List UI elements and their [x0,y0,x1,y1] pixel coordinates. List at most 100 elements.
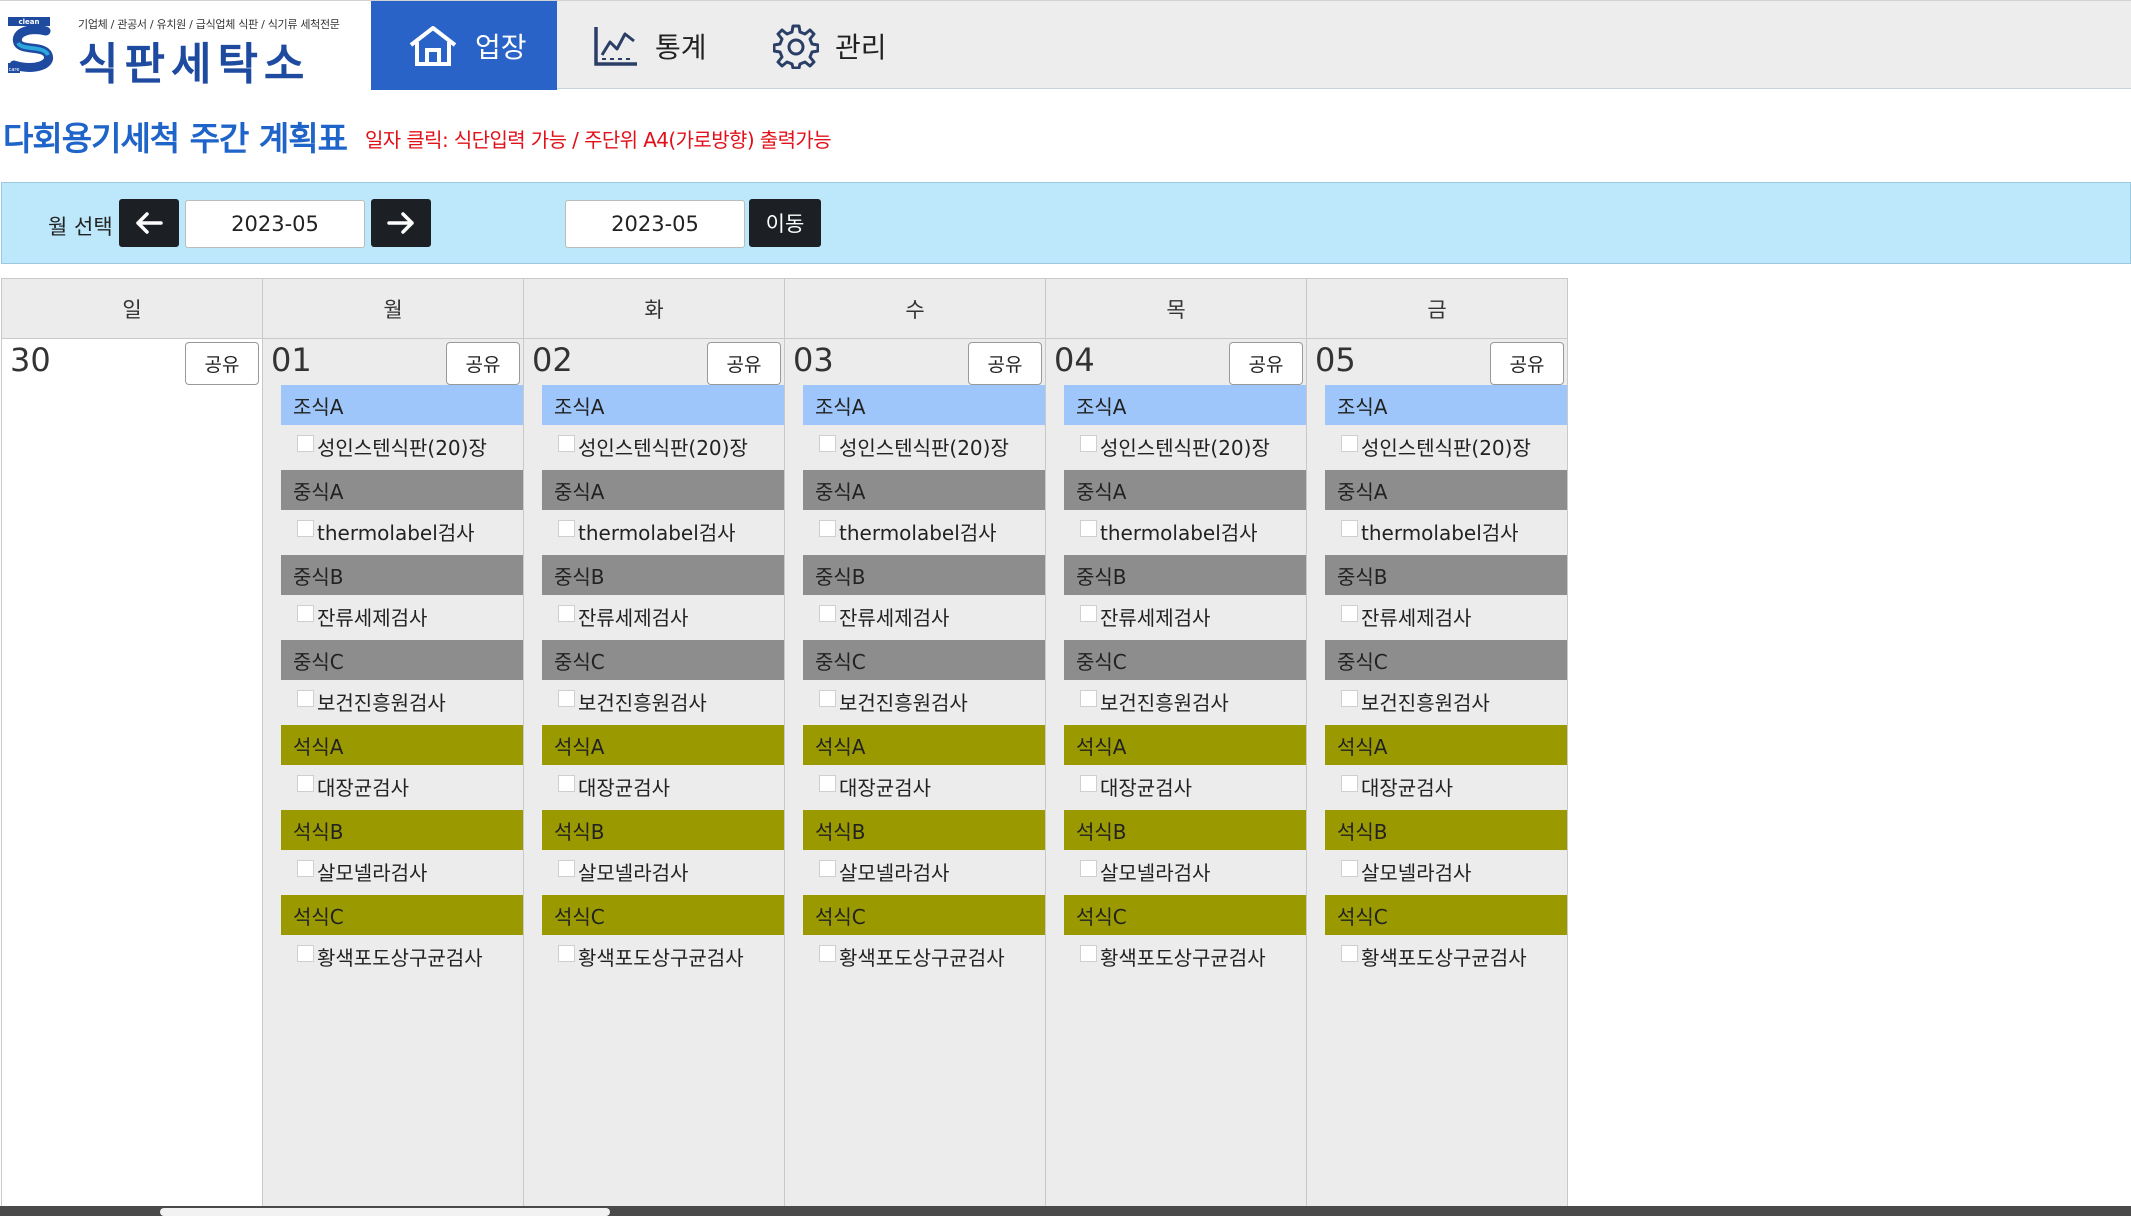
item-checkbox[interactable] [297,690,314,707]
item-checkbox[interactable] [558,945,575,962]
meal-header[interactable]: 중식A₩1 [1325,470,1567,510]
item-checkbox[interactable] [1080,520,1097,537]
day-number[interactable]: 02 [532,341,573,379]
item-checkbox[interactable] [819,860,836,877]
meal-header[interactable]: 중식B₩1 [542,555,784,595]
item-checkbox[interactable] [1341,520,1358,537]
item-checkbox[interactable] [297,945,314,962]
meal-header[interactable]: 석식C₩1 [1064,895,1306,935]
meal-header[interactable]: 중식C₩1 [281,640,523,680]
day-cell[interactable]: 01공유조식A₩1성인스텐식판(20)장₩1중식A₩1thermolabel검사… [262,339,524,1216]
meal-header[interactable]: 조식A₩1 [1325,385,1567,425]
item-checkbox[interactable] [558,435,575,452]
share-button[interactable]: 공유 [968,342,1042,385]
meal-header[interactable]: 중식A₩1 [542,470,784,510]
next-month-button[interactable] [371,199,431,247]
item-checkbox[interactable] [297,435,314,452]
meal-header[interactable]: 중식A₩1 [281,470,523,510]
item-checkbox[interactable] [558,860,575,877]
item-checkbox[interactable] [558,690,575,707]
meal-header[interactable]: 석식C₩1 [1325,895,1567,935]
item-checkbox[interactable] [1080,690,1097,707]
item-checkbox[interactable] [819,775,836,792]
horizontal-scrollbar[interactable] [0,1206,2131,1216]
day-cell[interactable]: 04공유조식A₩1성인스텐식판(20)장₩1중식A₩1thermolabel검사… [1045,339,1307,1216]
day-cell[interactable]: 03공유조식A₩1성인스텐식판(20)장₩1중식A₩1thermolabel검사… [784,339,1046,1216]
meal-header[interactable]: 중식C₩1 [542,640,784,680]
meal-header[interactable]: 중식B₩1 [1064,555,1306,595]
meal-header[interactable]: 석식B₩1 [281,810,523,850]
meal-header[interactable]: 중식B₩1 [281,555,523,595]
tab-business[interactable]: 업장 [371,1,557,90]
logo[interactable]: clean care 기업체 / 관공서 / 유치원 / 급식업체 식판 / 식… [0,1,371,90]
day-number[interactable]: 03 [793,341,834,379]
item-checkbox[interactable] [1341,605,1358,622]
item-checkbox[interactable] [1341,945,1358,962]
day-number[interactable]: 05 [1315,341,1356,379]
item-checkbox[interactable] [1080,860,1097,877]
meal-header[interactable]: 조식A₩1 [1064,385,1306,425]
prev-month-button[interactable] [119,199,179,247]
meal-header[interactable]: 중식C₩1 [1064,640,1306,680]
item-checkbox[interactable] [1341,435,1358,452]
jump-month-input[interactable] [565,200,745,248]
meal-header[interactable]: 조식A₩1 [542,385,784,425]
meal-header[interactable]: 석식B₩1 [1064,810,1306,850]
meal-header[interactable]: 석식C₩1 [281,895,523,935]
day-cell[interactable]: 02공유조식A₩1성인스텐식판(20)장₩1중식A₩1thermolabel검사… [523,339,785,1216]
day-number[interactable]: 04 [1054,341,1095,379]
weekday-header: 목 [1045,278,1307,339]
day-number[interactable]: 01 [271,341,312,379]
item-checkbox[interactable] [1080,605,1097,622]
meal-header[interactable]: 석식B₩1 [1325,810,1567,850]
meal-header[interactable]: 석식A₩1 [281,725,523,765]
item-checkbox[interactable] [819,605,836,622]
meal-header[interactable]: 조식A₩1 [803,385,1045,425]
meal-header[interactable]: 석식A₩1 [1325,725,1567,765]
meal-header[interactable]: 중식C₩1 [803,640,1045,680]
day-cell[interactable]: 05공유조식A₩1성인스텐식판(20)장₩1중식A₩1thermolabel검사… [1306,339,1568,1216]
month-input[interactable] [185,200,365,248]
item-checkbox[interactable] [297,520,314,537]
day-cell[interactable]: 30 공유 [1,339,263,1216]
share-button[interactable]: 공유 [185,342,259,385]
item-checkbox[interactable] [819,520,836,537]
share-button[interactable]: 공유 [446,342,520,385]
meal-header[interactable]: 중식A₩1 [803,470,1045,510]
meal-header[interactable]: 석식A₩1 [542,725,784,765]
share-button[interactable]: 공유 [1229,342,1303,385]
meal-header[interactable]: 석식C₩1 [542,895,784,935]
item-checkbox[interactable] [1080,775,1097,792]
item-checkbox[interactable] [1341,860,1358,877]
meal-header[interactable]: 중식B₩1 [1325,555,1567,595]
item-checkbox[interactable] [558,520,575,537]
meal-header[interactable]: 석식A₩1 [1064,725,1306,765]
item-checkbox[interactable] [558,775,575,792]
meal-header[interactable]: 석식B₩1 [542,810,784,850]
item-checkbox[interactable] [558,605,575,622]
day-number[interactable]: 30 [10,341,51,379]
meal-header[interactable]: 중식B₩1 [803,555,1045,595]
item-checkbox[interactable] [1341,690,1358,707]
tab-admin[interactable]: 관리 [737,1,937,90]
item-checkbox[interactable] [819,690,836,707]
tab-stats[interactable]: 통계 [557,1,737,90]
item-checkbox[interactable] [1080,435,1097,452]
meal-header[interactable]: 중식C₩1 [1325,640,1567,680]
meal-header[interactable]: 석식C₩1 [803,895,1045,935]
meal-header[interactable]: 중식A₩1 [1064,470,1306,510]
item-checkbox[interactable] [297,775,314,792]
meal-header[interactable]: 석식A₩1 [803,725,1045,765]
meal-header[interactable]: 석식B₩1 [803,810,1045,850]
item-checkbox[interactable] [1080,945,1097,962]
item-checkbox[interactable] [297,860,314,877]
item-checkbox[interactable] [819,435,836,452]
meal-header[interactable]: 조식A₩1 [281,385,523,425]
go-button[interactable]: 이동 [749,199,821,247]
scrollbar-thumb[interactable] [160,1208,610,1216]
share-button[interactable]: 공유 [707,342,781,385]
item-checkbox[interactable] [1341,775,1358,792]
item-checkbox[interactable] [297,605,314,622]
share-button[interactable]: 공유 [1490,342,1564,385]
item-checkbox[interactable] [819,945,836,962]
